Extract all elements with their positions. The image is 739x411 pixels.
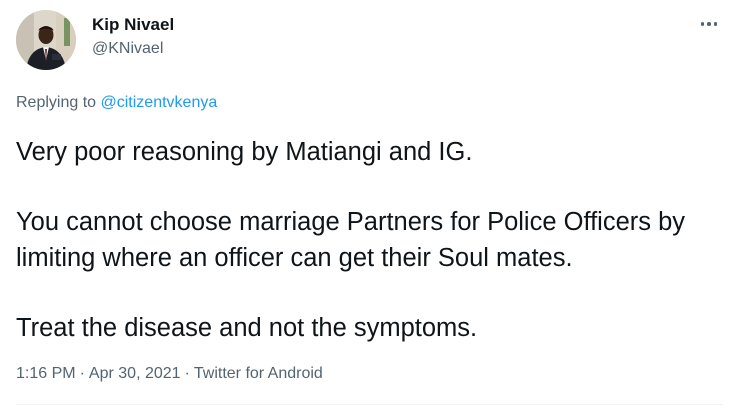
meta-separator: ·	[79, 365, 85, 382]
more-horizontal-icon	[699, 22, 719, 26]
tweet-date[interactable]: Apr 30, 2021	[89, 365, 181, 382]
tweet-source[interactable]: Twitter for Android	[194, 365, 323, 382]
reply-mention-link[interactable]: @citizentvkenya	[101, 94, 218, 111]
reply-context-prefix: Replying to	[16, 94, 101, 111]
tweet-text-line: You cannot choose marriage Partners for …	[16, 208, 686, 272]
tweet-text-line: Treat the disease and not the symptoms.	[16, 314, 478, 342]
author-display-name[interactable]: Kip Nivael	[92, 14, 174, 36]
meta-separator: ·	[184, 365, 190, 382]
divider	[16, 404, 723, 405]
tweet-meta: 1:16 PM · Apr 30, 2021 · Twitter for Android	[16, 363, 323, 385]
author-handle[interactable]: @KNivael	[92, 38, 174, 60]
tweet-text-line: Very poor reasoning by Matiangi and IG.	[16, 138, 473, 166]
reply-context: Replying to @citizentvkenya	[16, 92, 217, 114]
author-block: Kip Nivael @KNivael	[92, 14, 174, 60]
tweet: Kip Nivael @KNivael Replying to @citizen…	[0, 0, 739, 411]
avatar-image	[16, 10, 76, 70]
avatar[interactable]	[16, 10, 76, 70]
more-options-button[interactable]	[697, 12, 721, 36]
tweet-time[interactable]: 1:16 PM	[16, 365, 76, 382]
tweet-text: Very poor reasoning by Matiangi and IG. …	[16, 134, 726, 346]
